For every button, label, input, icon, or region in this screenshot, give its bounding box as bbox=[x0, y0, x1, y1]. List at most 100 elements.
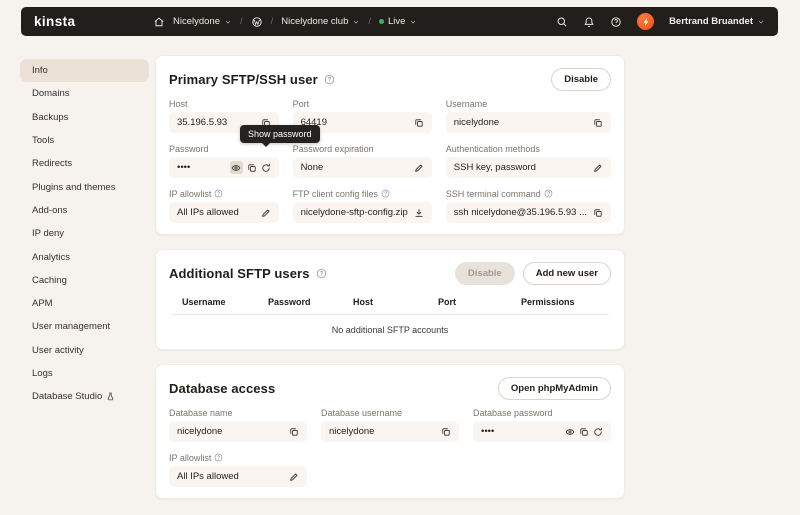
password-expiration-field: Password expiration None bbox=[293, 143, 432, 178]
column-header: Port bbox=[438, 297, 521, 307]
search-icon[interactable] bbox=[556, 16, 568, 28]
chevron-down-icon bbox=[224, 18, 232, 26]
username-field: Username nicelydone bbox=[446, 98, 611, 133]
site-sidebar: Info Domains Backups Tools Redirects Plu… bbox=[20, 59, 149, 408]
sidebar-item-user-activity[interactable]: User activity bbox=[20, 339, 149, 362]
ip-allowlist-field: IP allowlist ? All IPs allowed bbox=[169, 188, 279, 223]
svg-text:?: ? bbox=[218, 455, 221, 461]
user-name: Bertrand Bruandet bbox=[669, 16, 753, 27]
svg-text:?: ? bbox=[218, 191, 221, 197]
copy-icon[interactable] bbox=[593, 118, 603, 128]
chevron-down-icon bbox=[409, 18, 417, 26]
chevron-down-icon bbox=[352, 18, 360, 26]
show-password-eye-icon[interactable] bbox=[230, 161, 243, 174]
edit-pencil-icon[interactable] bbox=[289, 472, 299, 482]
database-name-field: Database name nicelydone bbox=[169, 407, 307, 442]
user-avatar[interactable] bbox=[637, 13, 654, 30]
download-icon[interactable] bbox=[414, 208, 424, 218]
sidebar-item-info[interactable]: Info bbox=[20, 59, 149, 82]
show-password-eye-icon[interactable] bbox=[565, 427, 575, 437]
primary-sftp-card: Show password Primary SFTP/SSH user ? Di… bbox=[155, 55, 625, 235]
ssh-command-field: SSH terminal command ? ssh nicelydone@35… bbox=[446, 188, 611, 223]
site-dropdown[interactable]: Nicelydone club bbox=[281, 16, 360, 27]
column-header: Permissions bbox=[521, 297, 611, 307]
main-content: Show password Primary SFTP/SSH user ? Di… bbox=[155, 55, 625, 515]
regenerate-icon[interactable] bbox=[593, 427, 603, 437]
sidebar-item-ip-deny[interactable]: IP deny bbox=[20, 222, 149, 245]
sidebar-item-backups[interactable]: Backups bbox=[20, 106, 149, 129]
breadcrumb-separator: / bbox=[240, 16, 243, 27]
help-circle-icon[interactable]: ? bbox=[214, 453, 223, 462]
edit-pencil-icon[interactable] bbox=[593, 163, 603, 173]
top-navbar: kinsta Nicelydone / / Nicelydone club / … bbox=[21, 7, 778, 36]
help-circle-icon[interactable]: ? bbox=[544, 189, 553, 198]
empty-table-message: No additional SFTP accounts bbox=[169, 315, 611, 338]
copy-icon[interactable] bbox=[579, 427, 589, 437]
database-access-card: Database access Open phpMyAdmin Database… bbox=[155, 364, 625, 499]
column-header: Host bbox=[353, 297, 438, 307]
primary-sftp-title: Primary SFTP/SSH user bbox=[169, 72, 318, 87]
svg-text:?: ? bbox=[384, 191, 387, 197]
ftp-config-files-field: FTP client config files ? nicelydone-sft… bbox=[293, 188, 432, 223]
edit-pencil-icon[interactable] bbox=[414, 163, 424, 173]
topbar-actions: Bertrand Bruandet bbox=[556, 13, 765, 30]
copy-icon[interactable] bbox=[593, 208, 603, 218]
svg-text:?: ? bbox=[319, 270, 323, 277]
copy-icon[interactable] bbox=[247, 163, 257, 173]
show-password-tooltip: Show password bbox=[240, 125, 320, 143]
svg-text:?: ? bbox=[328, 76, 332, 83]
sidebar-item-caching[interactable]: Caching bbox=[20, 269, 149, 292]
svg-text:?: ? bbox=[547, 191, 550, 197]
sidebar-item-redirects[interactable]: Redirects bbox=[20, 152, 149, 175]
company-dropdown[interactable]: Nicelydone bbox=[173, 16, 232, 27]
site-name: Nicelydone club bbox=[281, 16, 348, 27]
breadcrumb: Nicelydone / / Nicelydone club / Live bbox=[153, 16, 417, 28]
help-icon[interactable] bbox=[610, 16, 622, 28]
additional-sftp-card: Additional SFTP users ? Disable Add new … bbox=[155, 249, 625, 350]
help-circle-icon[interactable]: ? bbox=[214, 189, 223, 198]
regenerate-icon[interactable] bbox=[261, 163, 271, 173]
sidebar-item-user-management[interactable]: User management bbox=[20, 315, 149, 338]
bolt-icon bbox=[641, 17, 651, 27]
help-circle-icon[interactable]: ? bbox=[316, 268, 327, 279]
database-access-title: Database access bbox=[169, 381, 275, 396]
sidebar-item-database-studio[interactable]: Database Studio bbox=[20, 385, 149, 408]
column-header: Password bbox=[268, 297, 353, 307]
sidebar-item-plugins-themes[interactable]: Plugins and themes bbox=[20, 175, 149, 198]
additional-sftp-title: Additional SFTP users bbox=[169, 266, 310, 281]
add-new-user-button[interactable]: Add new user bbox=[523, 262, 611, 285]
wordpress-icon[interactable] bbox=[251, 16, 263, 28]
breadcrumb-separator: / bbox=[368, 16, 371, 27]
sidebar-item-apm[interactable]: APM bbox=[20, 292, 149, 315]
kinsta-logo[interactable]: kinsta bbox=[34, 14, 75, 29]
database-password-field: Database password •••• bbox=[473, 407, 611, 442]
sidebar-item-addons[interactable]: Add-ons bbox=[20, 199, 149, 222]
sidebar-item-tools[interactable]: Tools bbox=[20, 129, 149, 152]
user-menu[interactable]: Bertrand Bruandet bbox=[669, 16, 765, 27]
database-username-field: Database username nicelydone bbox=[321, 407, 459, 442]
environment-dropdown[interactable]: Live bbox=[379, 16, 417, 27]
sidebar-item-logs[interactable]: Logs bbox=[20, 362, 149, 385]
edit-pencil-icon[interactable] bbox=[261, 208, 271, 218]
flask-icon bbox=[106, 392, 115, 401]
sidebar-item-domains[interactable]: Domains bbox=[20, 82, 149, 105]
sftp-users-table-header: Username Password Host Port Permissions bbox=[169, 292, 611, 312]
copy-icon[interactable] bbox=[414, 118, 424, 128]
password-field: Password •••• bbox=[169, 143, 279, 178]
copy-icon[interactable] bbox=[441, 427, 451, 437]
breadcrumb-separator: / bbox=[271, 16, 274, 27]
live-status-dot bbox=[379, 19, 384, 24]
chevron-down-icon bbox=[757, 18, 765, 26]
help-circle-icon[interactable]: ? bbox=[324, 74, 335, 85]
column-header: Username bbox=[182, 297, 268, 307]
auth-methods-field: Authentication methods SSH key, password bbox=[446, 143, 611, 178]
disable-additional-sftp-button: Disable bbox=[455, 262, 515, 285]
company-name: Nicelydone bbox=[173, 16, 220, 27]
notifications-bell-icon[interactable] bbox=[583, 16, 595, 28]
sidebar-item-analytics[interactable]: Analytics bbox=[20, 245, 149, 268]
help-circle-icon[interactable]: ? bbox=[381, 189, 390, 198]
open-phpmyadmin-button[interactable]: Open phpMyAdmin bbox=[498, 377, 611, 400]
home-icon[interactable] bbox=[153, 16, 165, 28]
copy-icon[interactable] bbox=[289, 427, 299, 437]
disable-primary-sftp-button[interactable]: Disable bbox=[551, 68, 611, 91]
